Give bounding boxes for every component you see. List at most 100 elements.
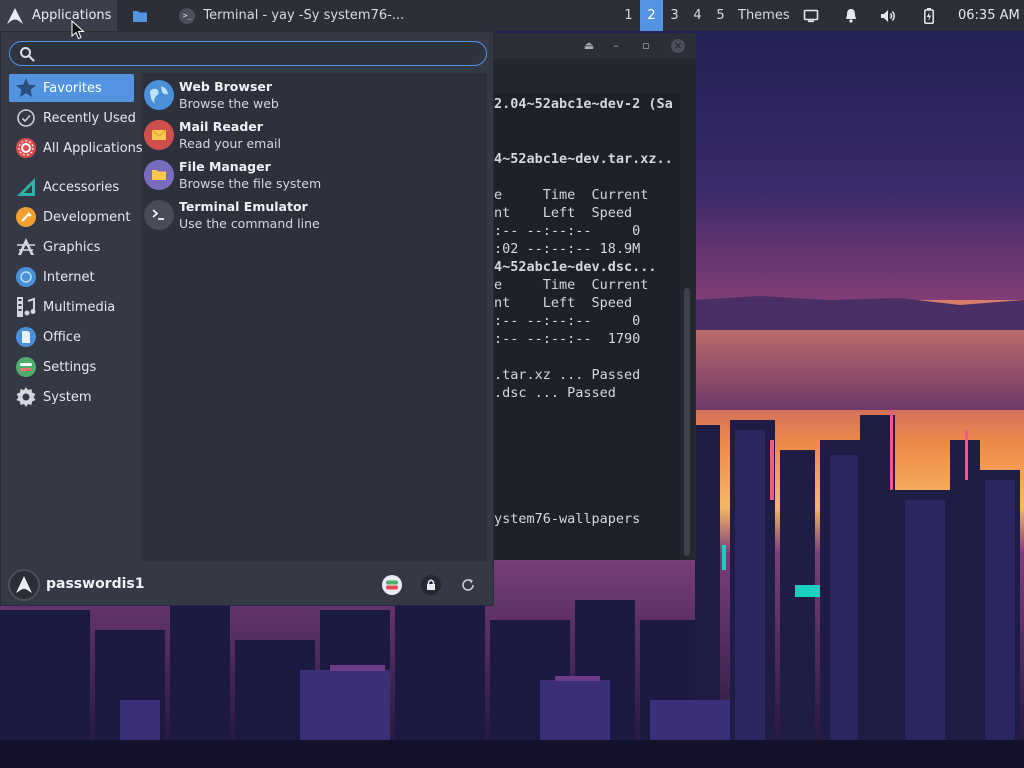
avatar[interactable] [8,569,40,601]
terminal-line: :-- --:--:-- 0 [494,223,641,239]
accessories-icon [17,178,35,196]
category-recently-used[interactable]: Recently Used [9,104,136,132]
taskbar-terminal-button[interactable]: >_ Terminal - yay -Sy system76-... [169,0,414,31]
category-label: Recently Used [43,110,136,126]
terminal-icon [144,200,174,230]
category-label: Development [43,209,131,225]
app-mail-reader[interactable]: Mail Reader Read your email [144,116,484,154]
mail-icon [144,120,174,150]
terminal-line: 4~52abc1e~dev.dsc... [494,259,657,275]
terminal-scrollbar[interactable] [684,288,690,556]
app-description: Use the command line [179,216,320,231]
terminal-line: :-- --:--:-- 1790 [494,331,641,347]
category-label: Favorites [43,80,102,96]
category-label: All Applications [43,140,143,156]
refresh-icon [462,579,474,591]
volume-icon[interactable] [877,0,901,31]
terminal-task-icon: >_ [179,7,196,24]
terminal-line: e Time Current [494,187,649,203]
app-file-manager[interactable]: File Manager Browse the file system [144,156,484,194]
category-internet[interactable]: Internet [9,263,134,291]
category-label: Multimedia [43,299,116,315]
workspace-1[interactable]: 1 [617,0,640,31]
terminal-line: 4~52abc1e~dev.tar.xz.. [494,151,673,167]
shade-icon[interactable]: ⏏ [582,39,596,53]
battery-icon[interactable] [917,0,941,31]
system-gear-icon [16,387,36,407]
terminal-line: .dsc ... Passed [494,385,616,401]
office-icon [16,327,36,347]
multimedia-icon [17,297,36,317]
globe-icon [144,80,174,110]
terminal-line: 2.04~52abc1e~dev-2 (Sa [494,96,673,112]
all-apps-icon [16,138,36,158]
star-icon [16,78,36,97]
show-desktop-button[interactable] [123,0,157,31]
clock-icon [17,109,35,127]
mouse-pointer-icon [71,20,85,40]
themes-launcher[interactable]: Themes [738,0,790,31]
category-system[interactable]: System [9,383,134,411]
category-graphics[interactable]: Graphics [9,233,134,261]
category-office[interactable]: Office [9,323,134,351]
applications-menu: Favorites Recently Used All Applications… [0,31,494,606]
terminal-line: nt Left Speed [494,205,633,221]
app-description: Browse the web [179,96,279,111]
app-terminal-emulator[interactable]: Terminal Emulator Use the command line [144,196,484,234]
terminal-line: nt Left Speed [494,295,633,311]
favorites-list: Web Browser Browse the web Mail Reader R… [142,73,487,561]
workspace-3[interactable]: 3 [663,0,686,31]
app-name: Terminal Emulator [179,199,308,214]
terminal-line: e Time Current [494,277,649,293]
lock-icon [421,575,441,595]
switch-user-button[interactable] [456,573,480,597]
category-multimedia[interactable]: Multimedia [9,293,134,321]
category-label: Graphics [43,239,101,255]
notification-bell-icon[interactable] [839,0,863,31]
internet-icon [16,267,36,287]
app-name: File Manager [179,159,271,174]
category-label: Internet [43,269,95,285]
app-name: Mail Reader [179,119,263,134]
search-input[interactable] [40,44,480,63]
lock-screen-button[interactable] [419,573,443,597]
folder-icon [144,160,174,190]
username: passwordis1 [46,576,145,592]
workspace-2[interactable]: 2 [640,0,663,31]
workspace-5[interactable]: 5 [709,0,732,31]
taskbar-terminal-title: Terminal - yay -Sy system76-... [203,8,405,23]
app-web-browser[interactable]: Web Browser Browse the web [144,76,484,114]
settings-manager-button[interactable] [380,573,404,597]
user-bar: passwordis1 [1,567,493,607]
search-icon [20,47,35,62]
terminal-line: .tar.xz ... Passed [494,367,641,383]
minimize-icon[interactable]: – [609,39,623,53]
top-panel: Applications >_ Terminal - yay -Sy syste… [0,0,1024,31]
development-icon [16,207,36,227]
settings-icon [16,357,36,377]
app-description: Read your email [179,136,281,151]
workspace-4[interactable]: 4 [686,0,709,31]
clock[interactable]: 06:35 AM [958,0,1020,31]
app-name: Web Browser [179,79,273,94]
folder-icon [133,10,148,22]
arch-logo-icon [7,7,23,24]
search-box[interactable] [9,41,487,66]
category-accessories[interactable]: Accessories [9,173,134,201]
category-label: Settings [43,359,97,375]
close-icon[interactable]: × [671,39,685,53]
app-description: Browse the file system [179,176,322,191]
applications-menu-button[interactable]: Applications [0,0,118,31]
category-label: Accessories [43,179,120,195]
display-icon[interactable] [799,0,823,31]
category-favorites[interactable]: Favorites [9,74,134,102]
category-development[interactable]: Development [9,203,134,231]
category-label: System [43,389,92,405]
category-all-applications[interactable]: All Applications [9,134,143,162]
category-label: Office [43,329,81,345]
category-settings[interactable]: Settings [9,353,134,381]
graphics-icon [17,238,35,255]
maximize-icon[interactable]: ▫ [639,39,653,53]
terminal-line: :02 --:--:-- 18.9M [494,241,641,257]
settings-toggle-icon [382,575,402,595]
